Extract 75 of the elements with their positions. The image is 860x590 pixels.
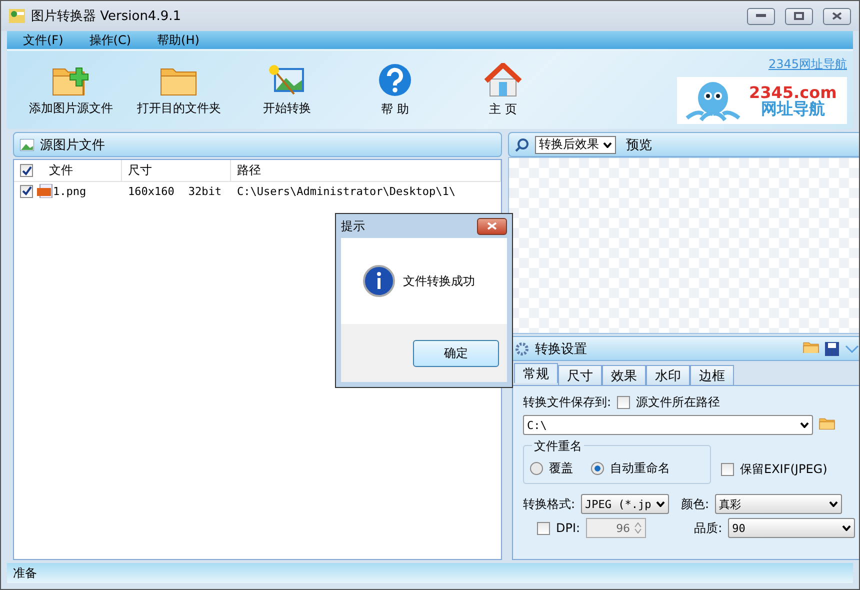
octopus-icon — [683, 80, 743, 122]
checkbox-label: 源文件所在路径 — [636, 394, 720, 411]
save-to-label: 转换文件保存到: — [523, 394, 612, 411]
search-icon — [515, 138, 529, 152]
info-icon — [363, 265, 395, 297]
radio-label: 覆盖 — [549, 460, 573, 477]
close-icon — [487, 222, 497, 230]
file-path: C:\Users\Administrator\Desktop\1\ — [237, 184, 456, 198]
checkbox[interactable] — [20, 184, 33, 198]
collapse-icon[interactable] — [845, 344, 859, 352]
panel-title: 转换设置 — [535, 340, 588, 358]
menu-item[interactable]: 操作(C) — [89, 32, 132, 48]
app-icon — [9, 9, 25, 23]
bit-depth: 32bit — [188, 184, 222, 198]
radio-button[interactable] — [530, 462, 543, 475]
close-icon — [832, 12, 842, 20]
color-label: 颜色: — [681, 496, 710, 512]
radio-label: 自动重命名 — [610, 460, 670, 477]
group-title: 文件重名 — [532, 438, 584, 455]
column-header[interactable]: 路径 — [237, 162, 261, 179]
ok-button[interactable]: 确定 — [413, 340, 499, 366]
toolbar-button[interactable]: 打开目的文件夹 — [125, 64, 233, 116]
image-dimensions: 160x160 — [128, 184, 174, 198]
banner-brand: 2345.com — [749, 84, 837, 100]
format-label: 转换格式: — [523, 496, 576, 512]
picture-icon — [20, 138, 34, 150]
menu-item[interactable]: 文件(F) — [23, 32, 64, 48]
dialog-message: 文件转换成功 — [403, 272, 475, 290]
settings-tab[interactable]: 尺寸 — [558, 365, 602, 385]
close-button[interactable] — [823, 8, 851, 24]
column-header[interactable]: 文件 — [49, 162, 73, 179]
minimize-button[interactable] — [747, 8, 775, 24]
settings-tab[interactable]: 常规 — [514, 363, 558, 383]
checkbox[interactable] — [20, 164, 33, 177]
save-icon[interactable] — [825, 342, 840, 356]
settings-tab[interactable]: 边框 — [690, 365, 734, 385]
ad-banner[interactable]: 2345.com 网址导航 — [677, 77, 847, 124]
banner-tagline: 网址导航 — [760, 100, 825, 116]
column-header[interactable]: 尺寸 — [128, 162, 152, 179]
checkbox[interactable] — [537, 522, 550, 534]
panel-title: 预览 — [626, 136, 652, 154]
toolbar-button[interactable]: 主 页 — [449, 62, 557, 118]
help-icon — [378, 62, 412, 96]
dpi-label: DPI: — [556, 521, 580, 535]
quality-select[interactable]: 90 — [728, 518, 856, 538]
maximize-icon — [794, 12, 804, 20]
toolbar-button[interactable]: 帮 助 — [341, 62, 449, 118]
toolbar-button[interactable]: 开始转换 — [233, 64, 341, 116]
magic-wand-picture-icon — [268, 64, 306, 96]
checkbox-label: 保留EXIF(JPEG) — [740, 461, 828, 478]
minimize-icon — [756, 14, 766, 18]
maximize-button[interactable] — [785, 8, 813, 24]
close-button[interactable] — [477, 218, 507, 234]
spinner-arrows-icon — [634, 522, 642, 534]
gear-icon — [515, 342, 529, 356]
panel-title: 源图片文件 — [40, 136, 105, 154]
dialog-title: 提示 — [341, 218, 365, 234]
settings-tab[interactable]: 效果 — [602, 365, 646, 385]
format-select[interactable]: JPEG (*.jp — [581, 494, 670, 514]
file-name: 1.png — [53, 184, 86, 198]
house-icon — [484, 62, 522, 96]
dpi-spinbox[interactable]: 96 — [586, 518, 646, 538]
quality-label: 品质: — [694, 520, 722, 536]
preview-mode-select[interactable]: 转换后效果 — [535, 136, 616, 154]
menu-item[interactable]: 帮助(H) — [157, 32, 200, 48]
output-path-select[interactable]: C:\ — [523, 415, 813, 435]
checkbox[interactable] — [617, 396, 630, 409]
settings-tab[interactable]: 水印 — [646, 365, 690, 385]
window-title: 图片转换器 Version4.9.1 — [31, 8, 182, 25]
color-select[interactable]: 真彩 — [715, 494, 842, 514]
png-file-icon — [37, 184, 53, 198]
checkbox[interactable] — [721, 463, 734, 476]
radio-button[interactable] — [591, 462, 604, 475]
toolbar-button[interactable]: 添加图片源文件 — [17, 64, 125, 116]
status-text: 准备 — [13, 564, 37, 582]
